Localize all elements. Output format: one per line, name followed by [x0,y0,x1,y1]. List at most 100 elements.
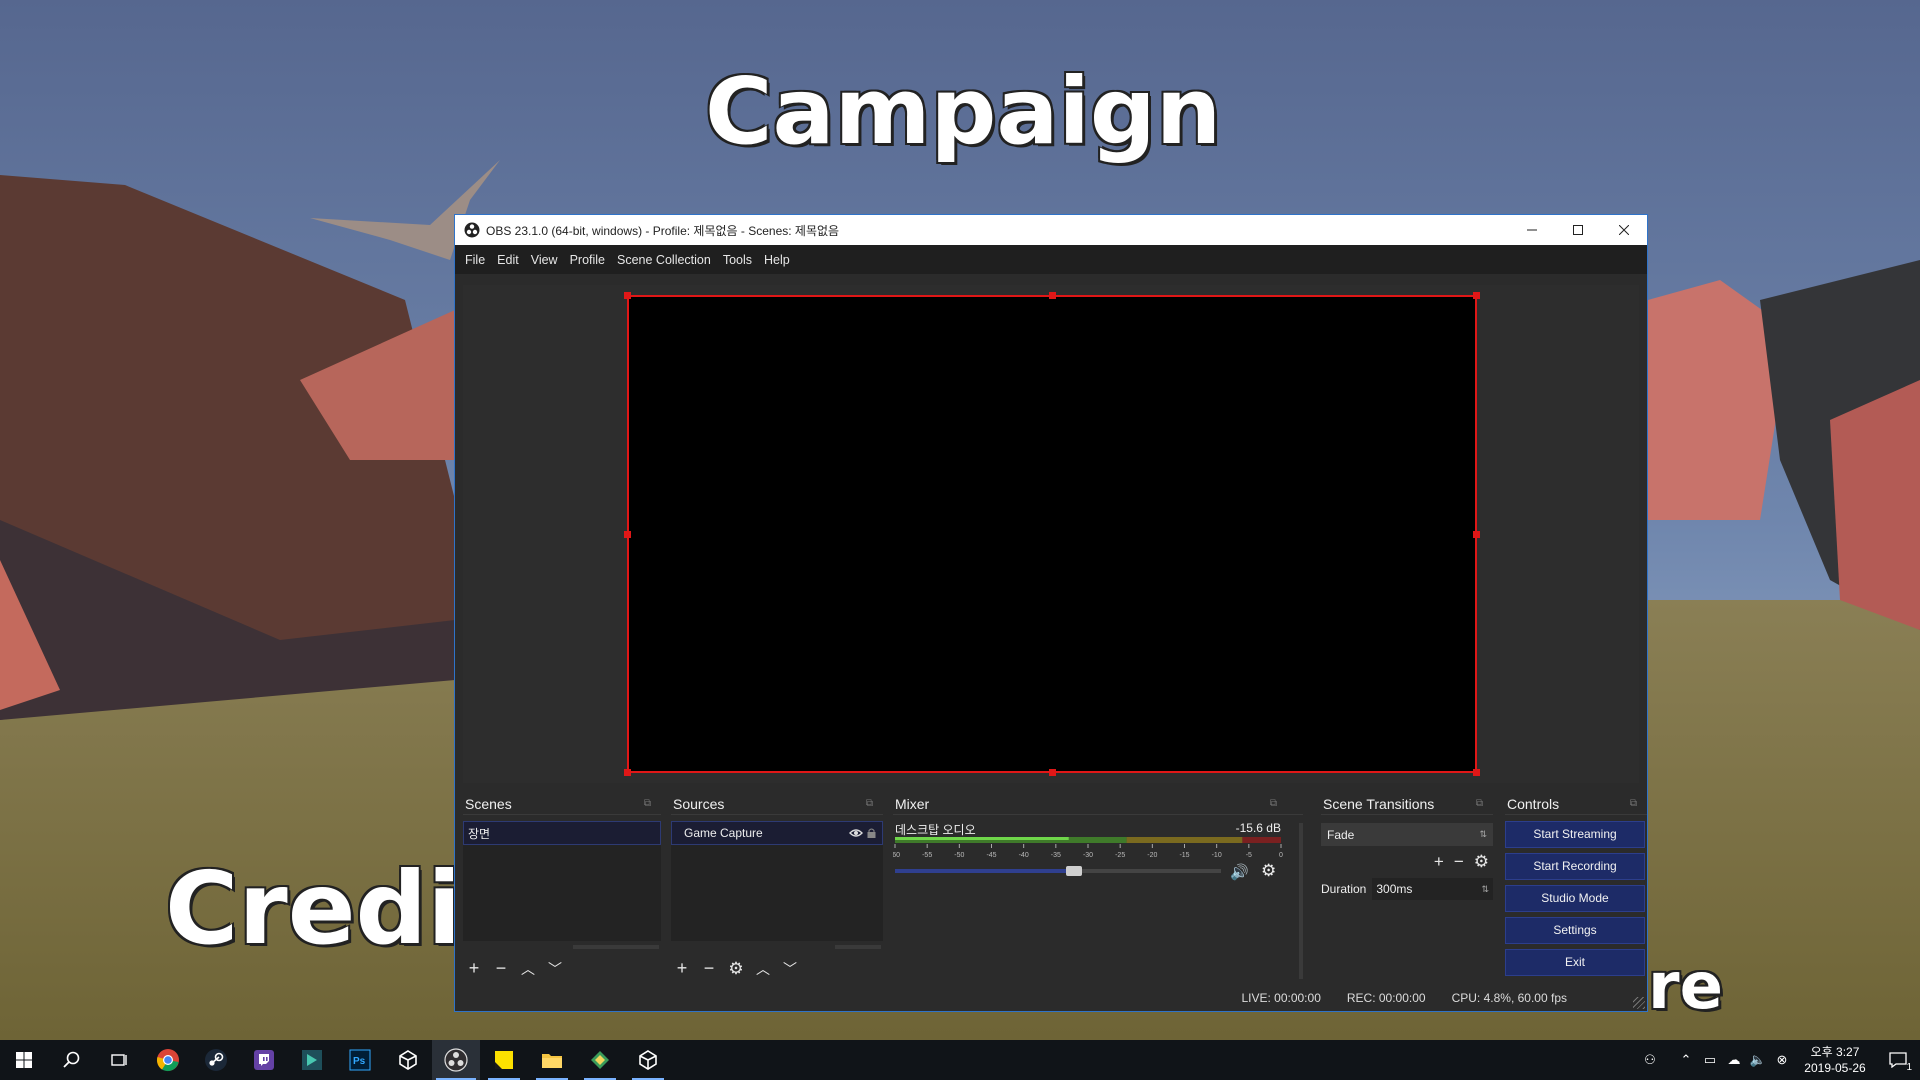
move-up-icon[interactable]: ︿ [519,959,537,979]
sources-list: Game Capture [671,821,883,941]
twitch-app[interactable] [240,1040,288,1080]
notification-badge: 1 [1906,1062,1912,1073]
visibility-eye-icon[interactable] [849,828,863,838]
volume-icon[interactable]: 🔈 [1746,1052,1770,1068]
resize-handle-tr[interactable] [1473,292,1480,299]
file-explorer-app[interactable] [528,1040,576,1080]
mixer-scrollbar[interactable] [1299,823,1303,979]
menu-view[interactable]: View [531,253,558,267]
meter-scale-label: -20 [1147,852,1157,859]
move-up-icon[interactable]: ︿ [754,959,772,979]
resize-handle-r[interactable] [1473,531,1480,538]
network-icon[interactable]: ▭ [1698,1052,1722,1068]
sticky-notes-app[interactable] [480,1040,528,1080]
resize-handle-l[interactable] [624,531,631,538]
notification-center-button[interactable]: 1 [1876,1040,1920,1080]
menu-file[interactable]: File [465,253,485,267]
resize-handle-tl[interactable] [624,292,631,299]
add-transition-plus-icon[interactable]: + [1434,852,1444,872]
preview-area [463,285,1639,783]
resize-handle-br[interactable] [1473,769,1480,776]
menu-scene-collection[interactable]: Scene Collection [617,253,711,267]
windows-start-button[interactable] [0,1040,48,1080]
onedrive-cloud-icon[interactable]: ☁ [1722,1052,1746,1068]
undock-icon[interactable]: ⧉ [1270,798,1277,809]
remove-transition-minus-icon[interactable]: − [1454,852,1464,872]
source-properties-gear-icon[interactable]: ⚙ [727,959,745,979]
clock[interactable]: 오후 3:27 2019-05-26 [1794,1044,1876,1076]
undock-icon[interactable]: ⧉ [1630,798,1637,809]
exit-button[interactable]: Exit [1505,949,1645,976]
add-scene-plus-icon[interactable]: + [465,958,483,979]
source-item[interactable]: Game Capture [671,821,883,845]
meter-level-fill [895,837,1069,840]
transition-select[interactable]: Fade ⇅ [1321,823,1493,846]
map-app[interactable] [576,1040,624,1080]
cpu-usage: CPU: 4.8%, 60.00 fps [1451,991,1567,1005]
status-bar: LIVE: 00:00:00 REC: 00:00:00 CPU: 4.8%, … [455,985,1647,1011]
game-app[interactable] [288,1040,336,1080]
transitions-title: Scene Transitions [1323,795,1435,812]
maximize-button[interactable] [1555,215,1601,245]
file-explorer-icon [542,1054,562,1068]
unity-app-2[interactable] [624,1040,672,1080]
people-icon[interactable]: ⚇ [1638,1052,1662,1068]
spin-arrows-icon[interactable]: ⇅ [1481,884,1489,895]
meter-scale-label: 0 [1279,852,1283,859]
move-down-icon[interactable]: ﹀ [781,959,799,979]
resize-handle-t[interactable] [1049,292,1056,299]
menu-profile[interactable]: Profile [570,253,605,267]
lock-icon[interactable] [867,828,876,838]
menu-right-text[interactable]: re [1648,950,1723,1024]
photoshop-app[interactable]: Ps [336,1040,384,1080]
menu-help[interactable]: Help [764,253,790,267]
audio-settings-gear-icon[interactable]: ⚙ [1261,861,1276,881]
sources-scrollbar[interactable] [835,945,881,949]
transitions-title-bar: Scene Transitions ⧉ [1321,793,1493,815]
settings-button[interactable]: Settings [1505,917,1645,944]
undock-icon[interactable]: ⧉ [1476,798,1483,809]
move-down-icon[interactable]: ﹀ [546,959,564,979]
unity-icon [399,1050,417,1070]
resize-grip-icon[interactable] [1633,997,1645,1009]
scene-item[interactable]: 장면 [463,821,661,845]
volume-slider-handle[interactable] [1066,866,1083,876]
search-button[interactable] [48,1040,96,1080]
unity-app[interactable] [384,1040,432,1080]
remove-source-minus-icon[interactable]: − [700,958,718,979]
obs-app[interactable] [432,1040,480,1080]
menu-tools[interactable]: Tools [723,253,752,267]
title-bar[interactable]: OBS 23.1.0 (64-bit, windows) - Profile: … [455,215,1647,245]
studio-mode-button[interactable]: Studio Mode [1505,885,1645,912]
obs-logo-icon [464,222,480,238]
ime-status-icon[interactable]: ⊗ [1770,1052,1794,1068]
start-recording-button[interactable]: Start Recording [1505,853,1645,880]
task-view-button[interactable] [96,1040,144,1080]
close-button[interactable] [1601,215,1647,245]
undock-icon[interactable]: ⧉ [866,798,873,809]
volume-slider[interactable] [895,866,1221,876]
resize-handle-bl[interactable] [624,769,631,776]
undock-icon[interactable]: ⧉ [644,798,651,809]
preview-canvas[interactable] [624,292,1480,776]
chrome-app[interactable] [144,1040,192,1080]
resize-handle-b[interactable] [1049,769,1056,776]
add-source-plus-icon[interactable]: + [673,958,691,979]
transition-properties-gear-icon[interactable]: ⚙ [1474,852,1489,872]
steam-app[interactable] [192,1040,240,1080]
meter-scale-label: -10 [1212,852,1222,859]
scenes-scrollbar[interactable] [573,945,659,949]
remove-scene-minus-icon[interactable]: − [492,958,510,979]
menu-campaign-text[interactable]: Campaign [705,58,1221,165]
duration-spinbox[interactable]: 300ms ⇅ [1372,878,1493,900]
menu-edit[interactable]: Edit [497,253,519,267]
meter-zone [1126,837,1243,843]
scenes-list: 장면 [463,821,661,941]
chevron-up-icon[interactable]: ⌃ [1674,1052,1698,1068]
window-title: OBS 23.1.0 (64-bit, windows) - Profile: … [486,223,840,238]
meter-scale-label: -15 [1179,852,1189,859]
speaker-icon[interactable]: 🔊 [1230,863,1249,881]
minimize-button[interactable] [1509,215,1555,245]
menu-credits-text[interactable]: Credi [165,850,461,967]
start-streaming-button[interactable]: Start Streaming [1505,821,1645,848]
